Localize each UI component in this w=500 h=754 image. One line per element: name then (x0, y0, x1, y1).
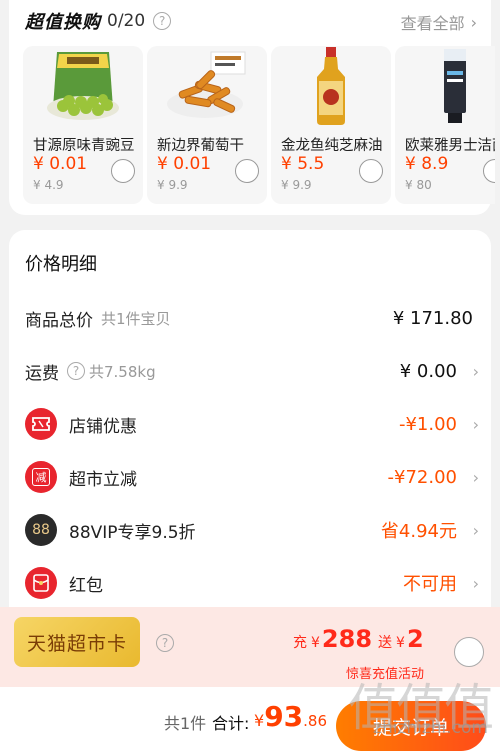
row-label: 超市立减 (69, 469, 137, 490)
row-sub: 共1件宝贝 (101, 309, 171, 328)
product-original-price: ¥ 9.9 (157, 178, 188, 192)
price-detail-title: 价格明细 (25, 254, 97, 275)
view-all-label: 查看全部 (400, 14, 465, 33)
price-detail-section: 价格明细 商品总价 共1件宝贝 ¥ 171.80 运费 ? 共7.58kg ¥ … (9, 230, 491, 630)
vip-88-icon: 88 (25, 514, 57, 546)
market-card-banner: 天猫超市卡 ? 充 ¥ 288 送 ¥ 2 惊喜充值活动 (0, 607, 500, 687)
deals-title: 超值换购 (25, 12, 101, 33)
total-currency: ¥ (254, 711, 265, 730)
product-name: 金龙鱼纯芝麻油 (281, 138, 383, 154)
vip-discount-row[interactable]: 88 88VIP专享9.5折 省4.94元 › (25, 512, 479, 548)
product-name: 新边界葡萄干 (157, 138, 244, 154)
deal-product-card[interactable]: 欧莱雅男士洁面 ¥ 8.9 ¥ 80 (395, 46, 495, 204)
charge-currency: ¥ (311, 635, 320, 651)
view-all-link[interactable]: 查看全部 › (401, 10, 477, 34)
deal-product-card[interactable]: 新边界葡萄干 ¥ 0.01 ¥ 9.9 (147, 46, 267, 204)
product-original-price: ¥ 9.9 (281, 178, 312, 192)
select-radio[interactable] (483, 159, 495, 183)
row-label: 店铺优惠 (69, 416, 137, 437)
chevron-right-icon: › (470, 12, 477, 32)
product-price: ¥ 8.9 (405, 154, 449, 174)
sesame-oil-image (271, 46, 391, 126)
chevron-right-icon: › (472, 467, 479, 487)
product-price: ¥ 0.01 (157, 154, 212, 174)
chevron-right-icon: › (472, 573, 479, 593)
row-label: 商品总价 (25, 310, 93, 331)
select-radio[interactable] (111, 159, 135, 183)
gift-currency: ¥ (396, 635, 405, 651)
supermarket-discount-row[interactable]: 减 超市立减 -¥72.00 › (25, 459, 479, 495)
total-label: 合计: (212, 714, 250, 733)
charge-amount: 288 (321, 625, 373, 653)
shipping-row[interactable]: 运费 ? 共7.58kg ¥ 0.00 › (25, 353, 479, 389)
gift-label: 送 (378, 635, 393, 651)
deal-product-card[interactable]: 甘源原味青豌豆 ¥ 0.01 ¥ 4.9 (23, 46, 143, 204)
row-value: -¥1.00 (398, 413, 457, 435)
product-price: ¥ 0.01 (33, 154, 88, 174)
red-packet-icon (25, 567, 57, 599)
submit-order-button[interactable]: 提交订单 (336, 701, 486, 751)
product-original-price: ¥ 80 (405, 178, 432, 192)
deal-product-list: 甘源原味青豌豆 ¥ 0.01 ¥ 4.9 新边界葡萄干 ¥ 0.01 ¥ 9.9… (23, 46, 495, 204)
row-value: ¥ 0.00 (399, 360, 457, 382)
deals-header: 超值换购 0/20 ? (25, 8, 172, 34)
recharge-note: 惊喜充值活动 (346, 667, 425, 682)
product-name: 欧莱雅男士洁面 (405, 138, 495, 154)
checkout-bar: 共1件 合计: ¥ 93 .86 提交订单 (0, 687, 500, 754)
row-value: ¥ 171.80 (392, 307, 473, 329)
row-label: 88VIP专享9.5折 (69, 522, 196, 543)
shop-discount-row[interactable]: 店铺优惠 -¥1.00 › (25, 406, 479, 442)
total-decimal: .86 (303, 712, 328, 730)
row-value: 不可用 (403, 574, 457, 595)
gift-amount: 2 (406, 625, 424, 653)
select-radio[interactable] (235, 159, 259, 183)
market-card-radio[interactable] (454, 637, 484, 667)
chevron-right-icon: › (472, 361, 479, 381)
product-name: 甘源原味青豌豆 (33, 138, 135, 154)
deal-product-card[interactable]: 金龙鱼纯芝麻油 ¥ 5.5 ¥ 9.9 (271, 46, 391, 204)
row-value: 省4.94元 (380, 521, 457, 542)
coupon-icon (25, 408, 57, 440)
discount-icon: 减 (25, 461, 57, 493)
total-integer: 93 (264, 700, 304, 733)
product-price: ¥ 5.5 (281, 154, 325, 174)
recharge-offer: 充 ¥ 288 送 ¥ 2 (293, 625, 430, 653)
discount-icon-text: 减 (32, 468, 50, 486)
market-card-logo: 天猫超市卡 (14, 617, 140, 667)
exchange-deals-section: 超值换购 0/20 ? 查看全部 › 甘源原味青豌豆 ¥ 0.01 ¥ 4.9 … (9, 0, 495, 215)
row-label: 运费 (25, 363, 59, 384)
snack-image (147, 46, 267, 126)
row-value: -¥72.00 (387, 466, 457, 488)
select-radio[interactable] (359, 159, 383, 183)
product-original-price: ¥ 4.9 (33, 178, 64, 192)
charge-label: 充 (293, 635, 307, 651)
row-label: 红包 (69, 575, 103, 596)
question-circle-icon[interactable]: ? (153, 12, 172, 30)
question-circle-icon[interactable]: ? (156, 634, 174, 652)
total-amount: ¥ 93 .86 (254, 700, 327, 733)
green-peas-image (23, 46, 143, 126)
question-circle-icon[interactable]: ? (67, 362, 85, 380)
deals-count: 0/20 (107, 11, 146, 31)
cleanser-image (395, 46, 495, 126)
chevron-right-icon: › (472, 414, 479, 434)
red-packet-row[interactable]: 红包 不可用 › (25, 565, 479, 601)
chevron-right-icon: › (472, 520, 479, 540)
item-count: 共1件 (164, 714, 207, 733)
row-sub: 共7.58kg (89, 362, 156, 381)
goods-total-row: 商品总价 共1件宝贝 ¥ 171.80 (25, 300, 479, 336)
